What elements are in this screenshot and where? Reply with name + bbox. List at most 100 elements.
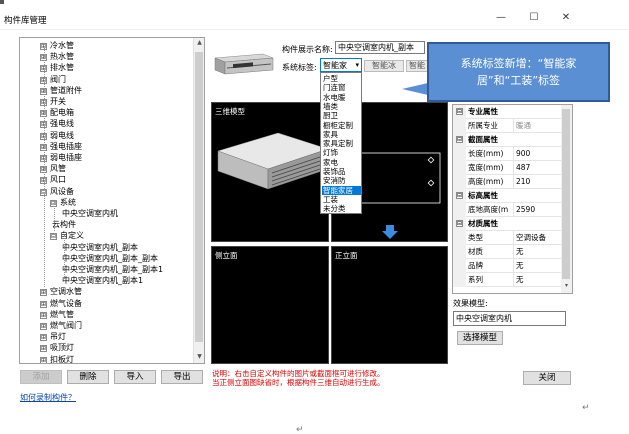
select-model-button[interactable]: 选择模型 (457, 331, 503, 345)
tree-item[interactable]: 中央空调室内机_副本 (62, 242, 138, 253)
dropdown-option[interactable]: 墙类 (322, 102, 361, 111)
property-row[interactable]: 所属专业 暖通 (453, 119, 562, 133)
expand-icon[interactable]: ⊞ (40, 345, 47, 353)
property-grid[interactable]: ⊟ 专业属性 所属专业 暖通 ⊟ 截面属性 长度(mm) 900 宽度(mm) 487 高度(mm)… (452, 104, 573, 294)
dropdown-option[interactable]: 家具 (322, 130, 361, 139)
delete-button[interactable]: 删除 (67, 370, 109, 384)
tree-item[interactable]: ⊞ 配电箱 (40, 107, 74, 118)
component-thumbnail[interactable] (211, 44, 275, 82)
tree-item[interactable]: ⊞ 燃气阀门 (40, 320, 82, 331)
property-row[interactable]: 系列 无 (453, 273, 562, 287)
dropdown-option[interactable]: 智能家居 (322, 185, 361, 195)
component-tree[interactable]: ⊞ 冷水管 ⊞ 热水管 ⊞ 排水管 ⊞ 阀门 ⊞ 管道附件 ⊞ 开关 ⊞ 配电箱 ⊞ 强电线 ⊞ 弱电线 ⊞ 强电插座… (19, 37, 205, 364)
tree-item[interactable]: ⊞ 冷水管 (40, 40, 74, 51)
collapse-icon[interactable]: ⊟ (456, 136, 463, 143)
tree-item[interactable]: ⊟ 自定义 (50, 230, 84, 241)
dropdown-option[interactable]: 灯饰 (322, 148, 361, 157)
property-row[interactable]: 高度(mm) 210 (453, 175, 562, 189)
property-row[interactable]: 类型 空调设备 (453, 231, 562, 245)
property-group-header[interactable]: ⊟ 专业属性 (453, 105, 562, 119)
dropdown-option[interactable]: 户型 (322, 74, 361, 83)
property-row[interactable]: 材质 无 (453, 245, 562, 259)
tree-item[interactable]: 中央空调室内机_副本_副本1 (62, 264, 163, 275)
expand-icon[interactable]: ⊞ (40, 334, 47, 342)
scroll-up-icon[interactable]: ▲ (195, 38, 204, 48)
tree-item[interactable]: ⊟ 风设备 (40, 186, 74, 197)
tree-item[interactable]: ⊞ 空调水管 (40, 286, 82, 297)
property-value[interactable]: 无 (513, 245, 562, 258)
close-window-button[interactable]: ✕ (558, 11, 574, 25)
dropdown-option[interactable]: 家具定制 (322, 139, 361, 148)
collapse-icon[interactable]: ⊟ (456, 108, 463, 115)
minimize-button[interactable]: — (493, 11, 509, 25)
view-3d-model[interactable]: 三维模型 (211, 102, 329, 242)
scroll-down-icon[interactable]: ▼ (195, 352, 204, 362)
collapse-icon[interactable]: ⊟ (456, 220, 463, 227)
expand-icon[interactable]: ⊞ (40, 323, 47, 330)
property-row[interactable]: 宽度(mm) 487 (453, 161, 562, 175)
view-side-elevation[interactable]: 侧立面 (211, 246, 329, 364)
tag-chip-2[interactable]: 智能 (406, 60, 428, 72)
import-button[interactable]: 导入 (114, 370, 156, 384)
dropdown-option[interactable]: 厨卫 (322, 111, 361, 120)
tree-item[interactable]: 中央空调室内机_副本_副本 (62, 253, 158, 264)
property-value[interactable]: 900 (513, 147, 562, 160)
how-to-record-link[interactable]: 如何录制构件？ (20, 392, 76, 403)
dropdown-option[interactable]: 安消防 (322, 176, 361, 185)
tree-item[interactable]: ⊞ 吸顶灯 (40, 342, 74, 353)
dropdown-option[interactable]: 工装 (322, 195, 361, 204)
property-row[interactable]: 品牌 无 (453, 259, 562, 273)
property-value[interactable]: 空调设备 (513, 231, 562, 244)
view-front-elevation[interactable]: 正立面 (331, 246, 448, 364)
property-value[interactable]: 2590 (513, 203, 562, 216)
dropdown-option[interactable]: 门连窗 (322, 83, 361, 92)
tree-item[interactable]: ⊞ 热水管 (40, 51, 74, 62)
tree-item[interactable]: 云构件 (52, 219, 76, 230)
dropdown-option[interactable]: 家电 (322, 158, 361, 167)
export-button[interactable]: 导出 (161, 370, 203, 384)
tree-item[interactable]: ⊞ 扣板灯 (40, 354, 74, 363)
tree-item[interactable]: ⊞ 管道附件 (40, 85, 82, 96)
property-scroll-thumb[interactable] (562, 109, 570, 279)
tree-item[interactable]: ⊞ 强电插座 (40, 141, 82, 152)
collapse-icon[interactable]: ⊟ (50, 233, 57, 241)
dropdown-option[interactable]: 装饰品 (322, 167, 361, 176)
property-value[interactable]: 487 (513, 161, 562, 174)
dropdown-option[interactable]: 橱柜定制 (322, 121, 361, 130)
property-value[interactable]: 210 (513, 175, 562, 188)
system-tag-select[interactable]: 智能家 ▾ (320, 58, 362, 72)
tree-item[interactable]: ⊞ 弱电插座 (40, 152, 82, 163)
tree-scrollbar[interactable]: ▲ ▼ (193, 38, 204, 363)
maximize-button[interactable]: ☐ (526, 11, 542, 25)
dropdown-option[interactable]: 未分类 (322, 204, 361, 213)
tree-item[interactable]: ⊞ 强电线 (40, 118, 74, 129)
expand-icon[interactable]: ⊞ (40, 356, 47, 363)
expand-icon[interactable]: ⊞ (40, 289, 47, 297)
tree-scroll-thumb[interactable] (195, 52, 203, 342)
expand-icon[interactable]: ⊞ (40, 300, 47, 308)
property-group-header[interactable]: ⊟ 材质属性 (453, 217, 562, 231)
property-group-header[interactable]: ⊟ 标高属性 (453, 189, 562, 203)
add-button[interactable]: 添加 (20, 370, 62, 384)
display-name-input[interactable]: 中央空调室内机_副本 (335, 41, 425, 54)
property-scrollbar[interactable]: ▾ (561, 105, 572, 293)
expand-icon[interactable]: ⊞ (40, 311, 47, 319)
property-value[interactable]: 无 (513, 259, 562, 272)
tree-item[interactable]: 中央空调室内机 (62, 208, 118, 219)
tree-item[interactable]: ⊞ 燃气设备 (40, 298, 82, 309)
tree-item[interactable]: ⊞ 排水管 (40, 62, 74, 73)
dropdown-option[interactable]: 水电暖 (322, 93, 361, 102)
property-row[interactable]: 底地高度(m 2590 (453, 203, 562, 217)
property-scroll-down-icon[interactable]: ▾ (562, 281, 571, 291)
tree-item[interactable]: ⊞ 燃气管 (40, 309, 74, 320)
tree-item[interactable]: ⊞ 弱电线 (40, 130, 74, 141)
property-row[interactable]: 长度(mm) 900 (453, 147, 562, 161)
tree-item[interactable]: ⊞ 吊灯 (40, 331, 66, 342)
property-value[interactable]: 暖通 (513, 119, 562, 132)
system-tag-dropdown[interactable]: 户型 门连窗 水电暖 墙类 厨卫 橱柜定制 家具 家具定制 灯饰 家电 装饰品 安消防 智能家居 工装 未分… (320, 72, 362, 214)
property-group-header[interactable]: ⊟ 截面属性 (453, 133, 562, 147)
tag-chip-1[interactable]: 智能冰 (364, 60, 404, 72)
property-value[interactable]: 无 (513, 273, 562, 286)
close-button[interactable]: 关闭 (523, 371, 571, 385)
effect-model-input[interactable]: 中央空调室内机 (453, 311, 566, 326)
